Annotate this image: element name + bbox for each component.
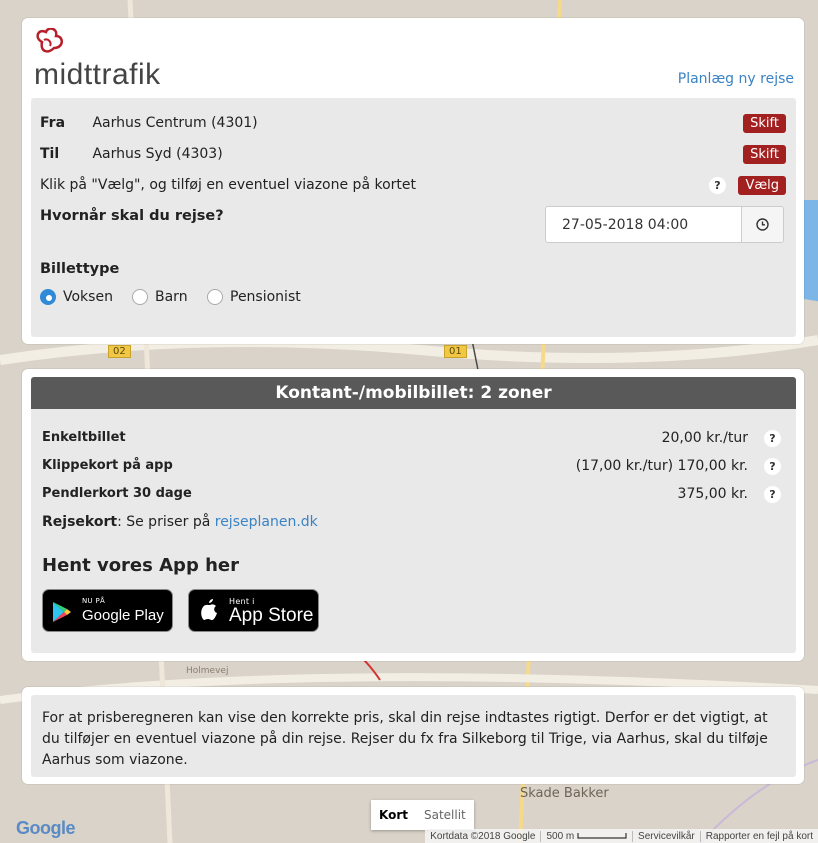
map-scale-label: 500 m [546, 830, 575, 842]
apple-icon [201, 599, 217, 620]
app-store-text: App Store [229, 605, 314, 626]
scale-bar-icon [577, 832, 627, 839]
from-label: Fra [40, 115, 66, 131]
radio-unchecked-icon[interactable] [207, 289, 223, 305]
price-box: Kontant-/mobilbillet: 2 zoner Enkeltbill… [31, 377, 796, 653]
map-footer: Kortdata ©2018 Google 500 m Servicevilkå… [425, 829, 818, 843]
map-data-credit: Kortdata ©2018 Google [430, 830, 536, 842]
price-label-single: Enkeltbillet [42, 430, 126, 445]
price-help-icon[interactable]: ? [764, 430, 781, 447]
logo-wordmark: midttrafik [34, 58, 161, 91]
google-play-badge[interactable]: NU PÅ Google Play [42, 589, 173, 632]
radio-barn-label: Barn [155, 289, 188, 305]
datetime-value: 27-05-2018 04:00 [562, 217, 689, 233]
radio-pensionist-label: Pensionist [230, 289, 301, 305]
price-panel: Kontant-/mobilbillet: 2 zoner Enkeltbill… [22, 369, 804, 661]
map-type-satellite-button[interactable]: Satellit [416, 808, 474, 822]
google-play-small-text: NU PÅ [82, 597, 106, 605]
from-value: Aarhus Centrum (4301) [92, 115, 258, 131]
datetime-field[interactable]: 27-05-2018 04:00 [545, 206, 784, 243]
rejsekort-label: Rejsekort [42, 514, 118, 530]
rejsekort-text: : Se priser på [117, 514, 215, 530]
clock-icon[interactable] [741, 207, 783, 242]
app-title: Hent vores App her [42, 555, 239, 576]
price-label-clipcard: Klippekort på app [42, 458, 173, 473]
google-play-icon [53, 602, 71, 622]
route-form: Fra Aarhus Centrum (4301) Skift Til Aarh… [31, 98, 796, 337]
price-help-icon[interactable]: ? [764, 486, 781, 503]
plan-new-trip-link[interactable]: Planlæg ny rejse [678, 71, 794, 87]
price-value-single: 20,00 kr./tur [661, 430, 748, 446]
app-store-badge[interactable]: Hent i App Store [188, 589, 319, 632]
rejsekort-line: Rejsekort: Se priser på rejseplanen.dk [42, 514, 318, 530]
google-logo[interactable]: Google [16, 818, 76, 839]
choose-via-button[interactable]: Vælg [738, 176, 786, 195]
from-row: Fra Aarhus Centrum (4301) [40, 115, 258, 131]
map-place-skade: Skade Bakker [520, 786, 609, 801]
radio-checked-icon[interactable] [40, 289, 56, 305]
zone-price-header: Kontant-/mobilbillet: 2 zoner [31, 377, 796, 409]
to-value: Aarhus Syd (4303) [92, 146, 223, 162]
price-value-clipcard: (17,00 kr./tur) 170,00 kr. [575, 458, 748, 474]
info-text: For at prisberegneren kan vise den korre… [42, 710, 768, 768]
radio-unchecked-icon[interactable] [132, 289, 148, 305]
radio-voksen[interactable]: Voksen [40, 289, 113, 305]
price-help-icon[interactable]: ? [764, 458, 781, 475]
map-type-control: Kort Satellit [371, 800, 474, 830]
info-box: For at prisberegneren kan vise den korre… [31, 695, 796, 777]
map-report-link[interactable]: Rapporter en fejl på kort [699, 830, 818, 842]
radio-voksen-label: Voksen [63, 289, 113, 305]
map-type-map-button[interactable]: Kort [371, 808, 416, 822]
google-play-text: Google Play [82, 607, 164, 624]
rejseplanen-link[interactable]: rejseplanen.dk [215, 514, 318, 530]
price-label-commuter: Pendlerkort 30 dage [42, 486, 192, 501]
price-value-commuter: 375,00 kr. [677, 486, 748, 502]
zone-02-tag: 02 [108, 345, 131, 358]
via-text: Klik på "Vælg", og tilføj en eventuel vi… [40, 177, 416, 193]
ticket-type-label: Billettype [40, 261, 120, 277]
swap-from-button[interactable]: Skift [743, 114, 786, 133]
info-panel: For at prisberegneren kan vise den korre… [22, 687, 804, 784]
via-help-icon[interactable]: ? [709, 177, 726, 194]
map-scale: 500 m [540, 830, 632, 842]
radio-barn[interactable]: Barn [132, 289, 188, 305]
route-panel: midttrafik Planlæg ny rejse Fra Aarhus C… [22, 18, 804, 344]
to-label: Til [40, 146, 60, 162]
radio-pensionist[interactable]: Pensionist [207, 289, 301, 305]
swap-to-button[interactable]: Skift [743, 145, 786, 164]
zone-01-tag: 01 [444, 345, 467, 358]
when-label: Hvornår skal du rejse? [40, 208, 224, 224]
map-place-holmevej: Holmevej [186, 666, 229, 676]
map-terms-link[interactable]: Servicevilkår [632, 830, 700, 842]
midttrafik-logo-icon [36, 28, 63, 53]
to-row: Til Aarhus Syd (4303) [40, 146, 223, 162]
